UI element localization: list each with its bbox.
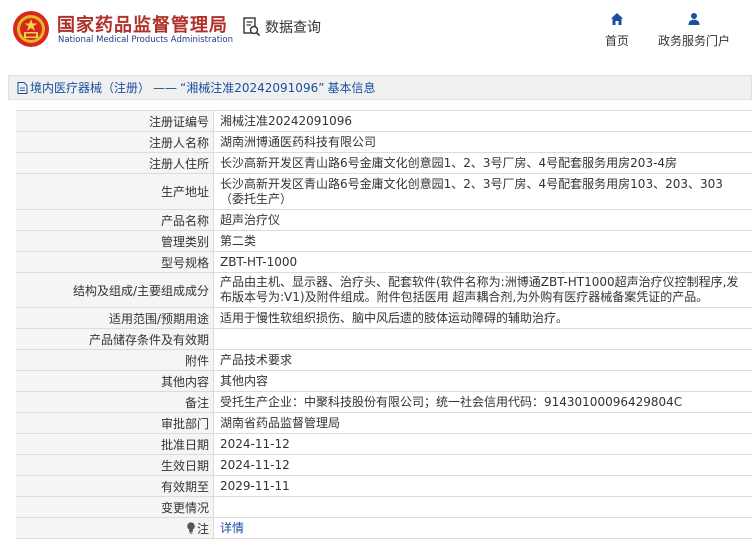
table-row: 注册人住所 长沙高新开发区青山路6号金庸文化创意园1、2、3号厂房、4号配套服务… — [16, 153, 752, 174]
table-row: 产品名称 超声治疗仪 — [16, 210, 752, 231]
field-label: 注册人名称 — [16, 132, 214, 152]
field-value — [214, 329, 752, 349]
field-label: 变更情况 — [16, 497, 214, 517]
field-value: 第二类 — [220, 233, 257, 248]
field-value: 受托生产企业：中聚科技股份有限公司；统一社会信用代码：9143010009642… — [220, 394, 683, 409]
details-link[interactable]: 详情 — [220, 521, 244, 536]
field-label: 产品储存条件及有效期 — [16, 329, 214, 349]
site-logo-subtitle: National Medical Products Administration — [58, 35, 233, 45]
lightbulb-icon — [187, 522, 195, 534]
note-label-cell: 注 — [16, 518, 214, 538]
field-label: 生效日期 — [16, 455, 214, 475]
table-row: 注册人名称 湖南洲博通医药科技有限公司 — [16, 132, 752, 153]
field-value: 其他内容 — [220, 373, 269, 388]
field-label: 注册证编号 — [16, 111, 214, 131]
nav-home-label: 首页 — [605, 34, 630, 48]
nav-home[interactable]: 首页 — [605, 12, 629, 49]
document-icon — [17, 81, 28, 94]
field-value: 湖南省药品监督管理局 — [220, 415, 341, 430]
field-value: ZBT-HT-1000 — [220, 254, 298, 269]
field-label: 注册人住所 — [16, 153, 214, 173]
table-row: 批准日期 2024-11-12 — [16, 434, 752, 455]
national-emblem-icon — [13, 11, 49, 47]
field-label: 型号规格 — [16, 252, 214, 272]
table-row: 管理类别 第二类 — [16, 231, 752, 252]
site-logo-title: 国家药品监督管理局 — [57, 15, 228, 36]
field-value: 产品由主机、显示器、治疗头、配套软件(软件名称为:洲博通ZBT-HT1000超声… — [220, 275, 739, 304]
table-row: 适用范围/预期用途 适用于慢性软组织损伤、脑中风后遗的肢体运动障碍的辅助治疗。 — [16, 308, 752, 329]
nav-gov-service-portal[interactable]: 政务服务门户 — [658, 12, 730, 49]
table-row: 变更情况 — [16, 497, 752, 518]
title-number: “湘械注准20242091096” — [180, 81, 325, 95]
data-query-link[interactable]: 数据查询 — [243, 17, 321, 37]
field-value: 湘械注准20242091096 — [220, 113, 352, 128]
table-row: 生效日期 2024-11-12 — [16, 455, 752, 476]
table-row: 生产地址 长沙高新开发区青山路6号金庸文化创意园1、2、3号厂房、4号配套服务用… — [16, 174, 752, 210]
table-row: 型号规格 ZBT-HT-1000 — [16, 252, 752, 273]
field-label: 附件 — [16, 350, 214, 370]
page-title-bar: 境内医疗器械（注册） —— “湘械注准20242091096” 基本信息 — [8, 75, 752, 100]
field-label: 批准日期 — [16, 434, 214, 454]
table-row: 结构及组成/主要组成成分 产品由主机、显示器、治疗头、配套软件(软件名称为:洲博… — [16, 273, 752, 308]
field-label: 适用范围/预期用途 — [16, 308, 214, 328]
field-value: 适用于慢性软组织损伤、脑中风后遗的肢体运动障碍的辅助治疗。 — [220, 310, 569, 325]
data-query-icon — [243, 17, 261, 37]
title-separator: —— — [153, 80, 178, 95]
table-row: 产品储存条件及有效期 — [16, 329, 752, 350]
data-query-label: 数据查询 — [265, 20, 321, 36]
nav-gov-label: 政务服务门户 — [658, 34, 731, 48]
field-label: 有效期至 — [16, 476, 214, 496]
table-row: 审批部门 湖南省药品监督管理局 — [16, 413, 752, 434]
field-value — [214, 497, 752, 517]
note-label: 注 — [196, 521, 209, 536]
table-row: 备注 受托生产企业：中聚科技股份有限公司；统一社会信用代码：9143010009… — [16, 392, 752, 413]
table-row: 有效期至 2029-11-11 — [16, 476, 752, 497]
table-row: 注 详情 — [16, 518, 752, 539]
table-row: 注册证编号 湘械注准20242091096 — [16, 111, 752, 132]
field-label: 结构及组成/主要组成成分 — [16, 273, 214, 307]
title-category: 境内医疗器械（注册） — [30, 81, 151, 95]
home-icon — [611, 13, 623, 25]
field-value: 2024-11-12 — [220, 457, 290, 472]
field-label: 备注 — [16, 392, 214, 412]
field-value: 长沙高新开发区青山路6号金庸文化创意园1、2、3号厂房、4号配套服务用房103、… — [220, 176, 723, 206]
field-value: 2029-11-11 — [220, 478, 290, 493]
field-value: 详情 — [214, 518, 752, 538]
field-label: 管理类别 — [16, 231, 214, 251]
field-label: 其他内容 — [16, 371, 214, 391]
field-value: 2024-11-12 — [220, 436, 290, 451]
field-label: 生产地址 — [16, 174, 214, 209]
user-icon — [688, 13, 700, 25]
field-value: 超声治疗仪 — [220, 212, 281, 227]
table-row: 其他内容 其他内容 — [16, 371, 752, 392]
field-value: 湖南洲博通医药科技有限公司 — [220, 134, 377, 149]
site-header: 国家药品监督管理局 National Medical Products Admi… — [0, 0, 754, 66]
field-value: 产品技术要求 — [220, 352, 293, 367]
field-label: 产品名称 — [16, 210, 214, 230]
table-row: 附件 产品技术要求 — [16, 350, 752, 371]
title-suffix: 基本信息 — [327, 81, 376, 95]
field-value: 长沙高新开发区青山路6号金庸文化创意园1、2、3号厂房、4号配套服务用房203-… — [220, 155, 678, 170]
field-label: 审批部门 — [16, 413, 214, 433]
record-table: 注册证编号 湘械注准20242091096 注册人名称 湖南洲博通医药科技有限公… — [16, 110, 752, 539]
